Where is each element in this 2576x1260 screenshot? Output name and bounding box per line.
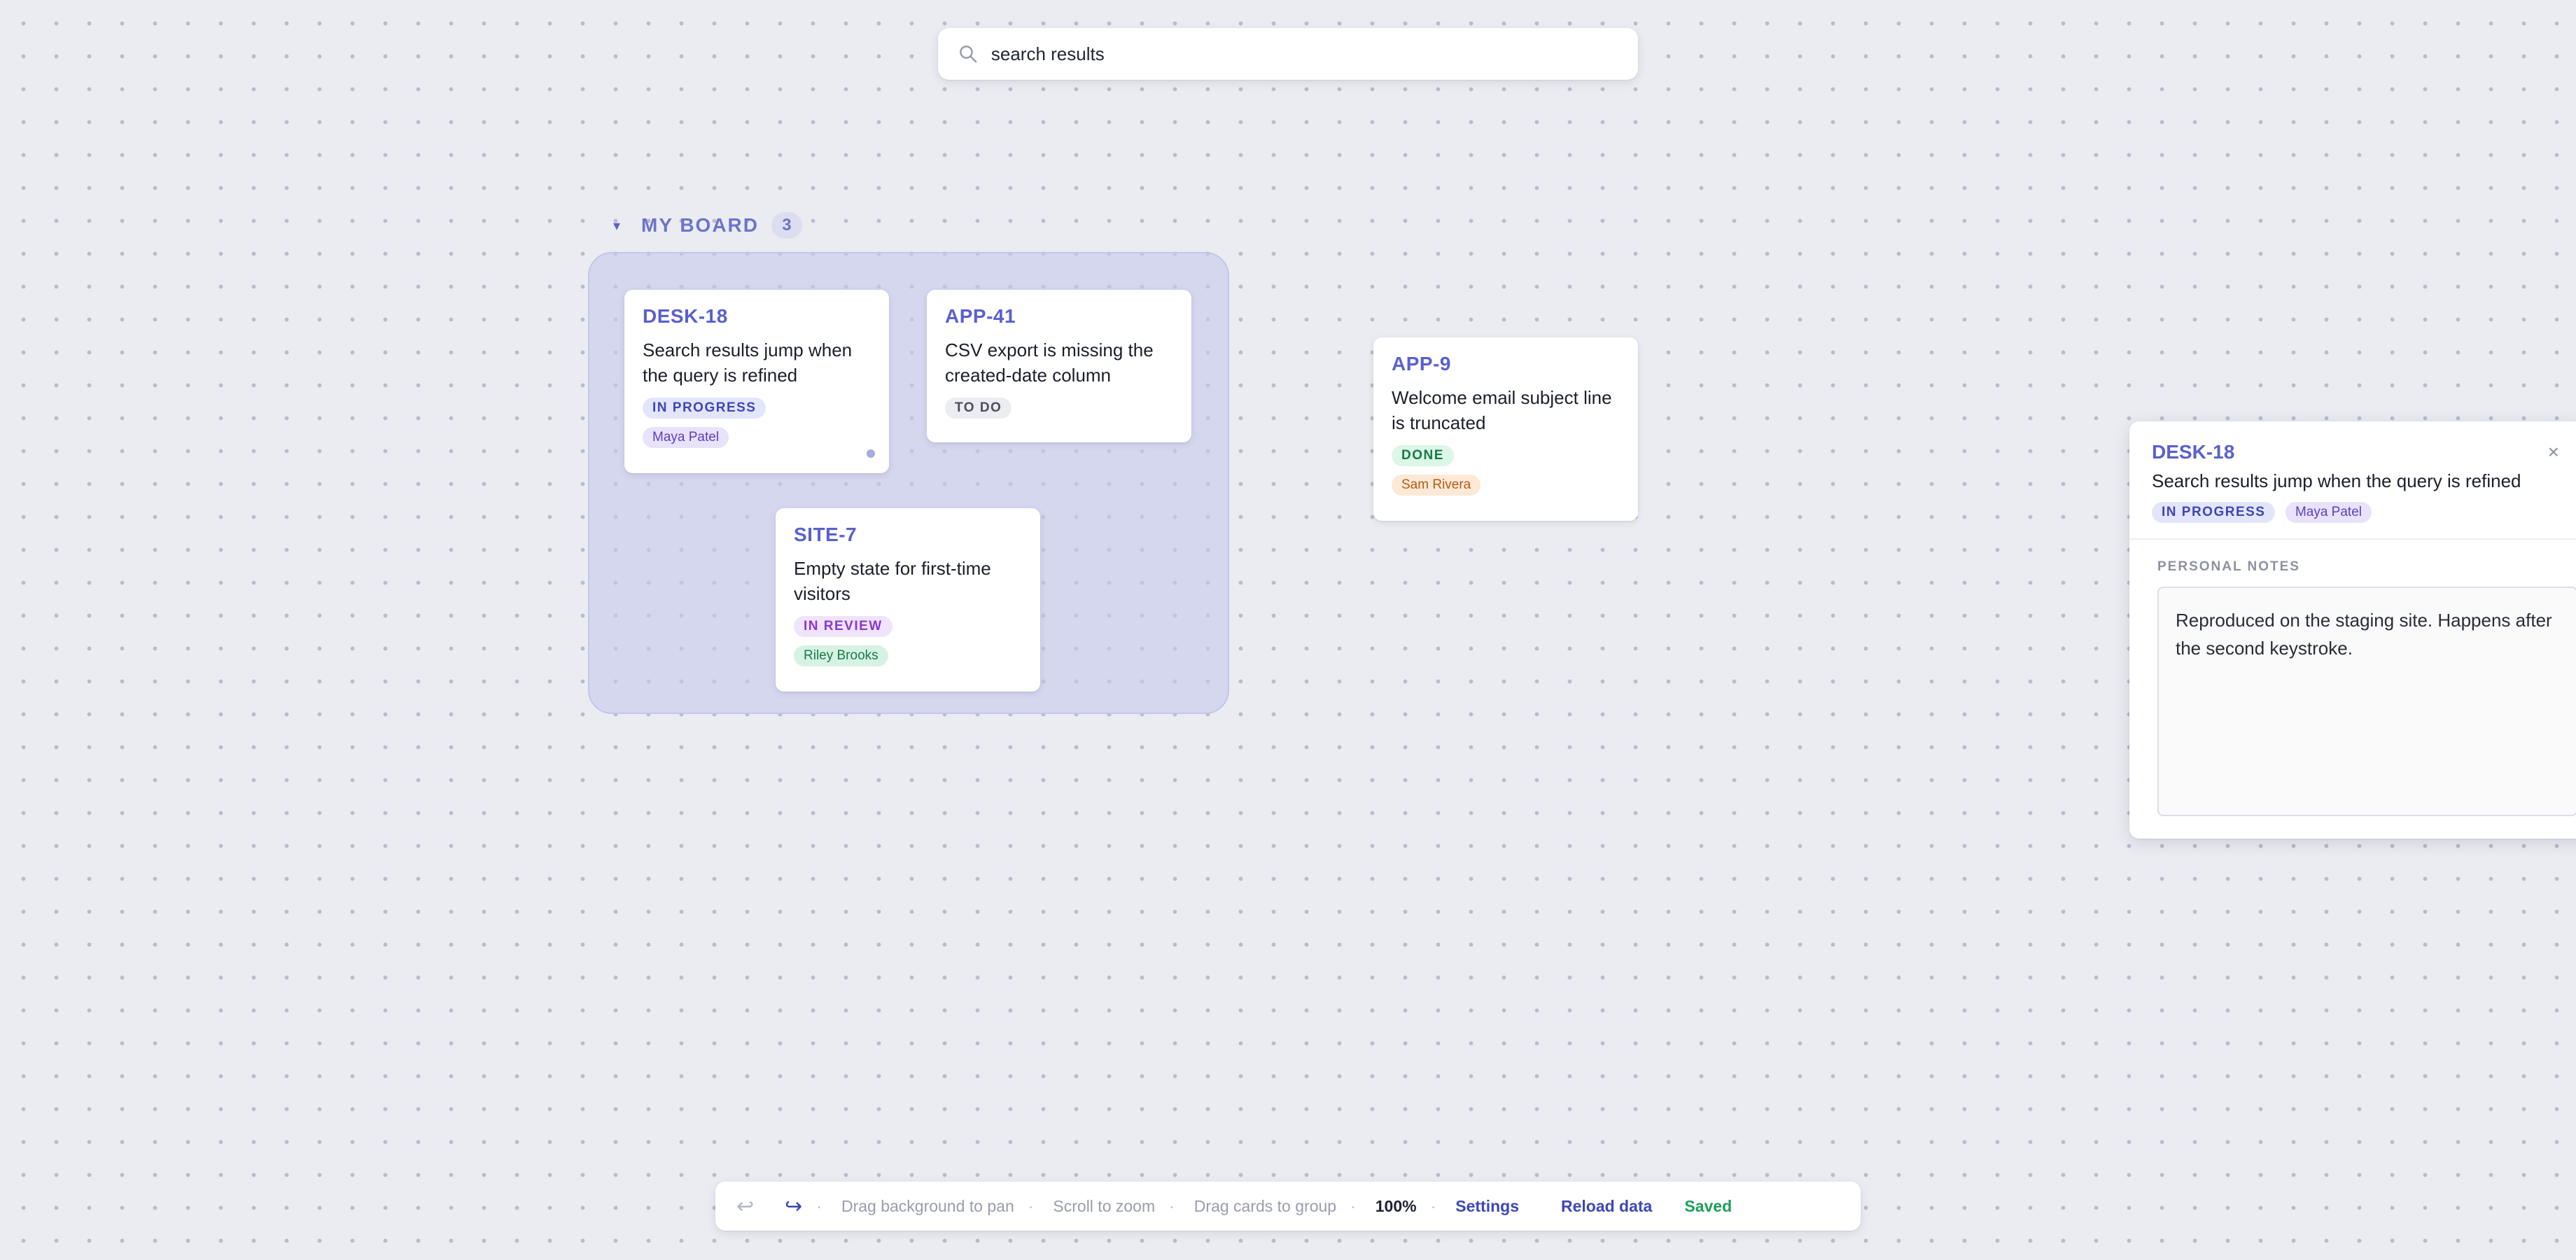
card-desk-18[interactable]: DESK-18 Search results jump when the que… — [624, 290, 889, 473]
group-count-badge: 3 — [771, 212, 802, 239]
saved-status: Saved — [1684, 1196, 1732, 1215]
settings-button[interactable]: Settings — [1455, 1197, 1519, 1216]
detail-panel: DESK-18 Search results jump when the que… — [2129, 421, 2576, 839]
personal-notes-textarea[interactable]: Reproduced on the staging site. Happens … — [2157, 587, 2576, 816]
assignee-badge: Maya Patel — [643, 427, 729, 448]
separator: · — [1430, 1196, 1436, 1215]
assignee-badge: Riley Brooks — [794, 645, 888, 666]
notes-label: PERSONAL NOTES — [2157, 559, 2300, 574]
reload-data-button[interactable]: Reload data — [1561, 1197, 1652, 1216]
card-app-9[interactable]: APP-9 Welcome email subject line is trun… — [1373, 337, 1638, 521]
card-key: APP-41 — [945, 305, 1016, 327]
status-badge: IN REVIEW — [794, 616, 892, 637]
card-key: DESK-18 — [643, 305, 728, 327]
card-key: APP-9 — [1392, 353, 1451, 374]
separator: · — [1028, 1196, 1034, 1215]
group-title: MY BOARD — [641, 214, 759, 236]
separator: · — [1169, 1196, 1175, 1215]
zoom-level: 100% — [1375, 1196, 1417, 1215]
status-badge: IN PROGRESS — [643, 398, 766, 419]
hint-group: Drag cards to group — [1194, 1196, 1337, 1215]
hint-zoom: Scroll to zoom — [1053, 1196, 1156, 1215]
status-badge: IN PROGRESS — [2152, 502, 2276, 523]
card-summary: Welcome email subject line is truncated — [1392, 387, 1612, 433]
search-bar[interactable] — [938, 28, 1638, 80]
card-site-7[interactable]: SITE-7 Empty state for first-time visito… — [776, 508, 1040, 692]
card-app-41[interactable]: APP-41 CSV export is missing the created… — [927, 290, 1191, 442]
assignee-badge: Maya Patel — [2285, 502, 2372, 523]
bottom-toolbar: ↩ ↪ · Drag background to pan · Scroll to… — [715, 1182, 1861, 1231]
undo-icon[interactable]: ↩ — [736, 1194, 754, 1219]
status-badge: DONE — [1392, 445, 1454, 466]
group-header: ▾ MY BOARD 3 — [613, 209, 802, 242]
close-icon[interactable]: × — [2548, 442, 2559, 462]
assignee-badge: Sam Rivera — [1392, 475, 1481, 496]
hint-pan: Drag background to pan — [841, 1196, 1014, 1215]
card-summary: Empty state for first-time visitors — [794, 558, 991, 604]
search-input[interactable] — [990, 43, 1618, 65]
resize-handle-icon[interactable] — [867, 449, 875, 458]
separator: · — [816, 1196, 822, 1215]
detail-summary: Search results jump when the query is re… — [2152, 470, 2521, 491]
card-summary: Search results jump when the query is re… — [643, 340, 853, 386]
detail-key: DESK-18 — [2152, 441, 2235, 463]
detail-panel-header: DESK-18 Search results jump when the que… — [2129, 421, 2576, 540]
status-badge: TO DO — [945, 398, 1012, 419]
card-summary: CSV export is missing the created-date c… — [945, 340, 1154, 386]
separator: · — [1350, 1196, 1356, 1215]
card-key: SITE-7 — [794, 524, 858, 545]
redo-icon[interactable]: ↪ — [785, 1194, 802, 1219]
search-icon — [960, 46, 977, 63]
caret-down-icon[interactable]: ▾ — [613, 217, 620, 234]
